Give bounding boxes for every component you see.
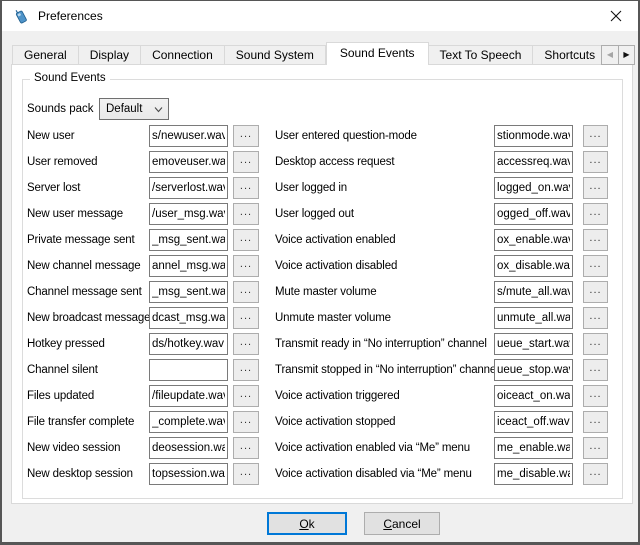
sound-file-input[interactable] (494, 411, 573, 433)
sound-event-label: Voice activation enabled (275, 234, 395, 246)
sound-event-label: Transmit stopped in “No interruption” ch… (275, 364, 499, 376)
sound-file-input[interactable] (494, 359, 573, 381)
cancel-button[interactable]: Cancel (364, 512, 440, 535)
sound-event-label: User entered question-mode (275, 130, 417, 142)
sound-event-label: Unmute master volume (275, 312, 391, 324)
sound-file-input[interactable] (494, 437, 573, 459)
sound-file-input[interactable] (494, 177, 573, 199)
browse-button[interactable]: ... (583, 437, 608, 459)
chevron-down-icon (154, 106, 163, 113)
browse-button[interactable]: ... (583, 151, 608, 173)
sound-event-label: Transmit ready in “No interruption” chan… (275, 338, 487, 350)
sound-event-label: Voice activation enabled via “Me” menu (275, 442, 470, 454)
sound-file-input[interactable] (494, 385, 573, 407)
sound-event-label: User logged out (275, 208, 354, 220)
tab-sound-system[interactable]: Sound System (225, 45, 326, 64)
sounds-pack-label: Sounds pack (27, 98, 94, 120)
sound-events-tab-page: Sound Events Sounds pack Default New use… (11, 64, 633, 504)
tab-general[interactable]: General (12, 45, 79, 64)
browse-button[interactable]: ... (583, 463, 608, 485)
sound-event-row: Voice activation enabled... (12, 229, 632, 251)
sounds-pack-select[interactable]: Default (99, 98, 169, 120)
sound-file-input[interactable] (494, 333, 573, 355)
sound-event-label: User logged in (275, 182, 347, 194)
sound-event-row: User logged out... (12, 203, 632, 225)
browse-button[interactable]: ... (583, 385, 608, 407)
arrow-left-icon: ◀ (607, 51, 613, 59)
sound-event-row: Transmit ready in “No interruption” chan… (12, 333, 632, 355)
sound-event-label: Voice activation triggered (275, 390, 400, 402)
sound-event-row: Voice activation triggered... (12, 385, 632, 407)
sound-event-row: Unmute master volume... (12, 307, 632, 329)
browse-button[interactable]: ... (583, 307, 608, 329)
browse-button[interactable]: ... (583, 359, 608, 381)
sound-event-row: Voice activation disabled via “Me” menu.… (12, 463, 632, 485)
sound-event-label: Desktop access request (275, 156, 394, 168)
browse-button[interactable]: ... (583, 281, 608, 303)
browse-button[interactable]: ... (583, 125, 608, 147)
tab-sound-events[interactable]: Sound Events (326, 42, 429, 65)
sound-event-row: Voice activation stopped... (12, 411, 632, 433)
sound-event-row: User entered question-mode... (12, 125, 632, 147)
arrow-right-icon: ▶ (623, 51, 629, 59)
tab-scroll-buttons: ◀ ▶ (601, 45, 635, 65)
window-title: Preferences (38, 1, 103, 31)
sound-event-label: Voice activation disabled via “Me” menu (275, 468, 472, 480)
preferences-dialog: Preferences GeneralDisplayConnectionSoun… (0, 0, 640, 545)
close-button[interactable] (593, 1, 638, 31)
tab-bar: GeneralDisplayConnectionSound SystemSoun… (12, 42, 632, 65)
sounds-pack-value: Default (106, 99, 142, 119)
sound-event-label: Voice activation disabled (275, 260, 397, 272)
sound-file-input[interactable] (494, 281, 573, 303)
browse-button[interactable]: ... (583, 255, 608, 277)
tab-scroll-left-button[interactable]: ◀ (601, 45, 618, 65)
sound-file-input[interactable] (494, 463, 573, 485)
sound-event-label: Voice activation stopped (275, 416, 395, 428)
app-icon (13, 8, 29, 24)
browse-button[interactable]: ... (583, 203, 608, 225)
sound-event-row: User logged in... (12, 177, 632, 199)
sound-event-row: Mute master volume... (12, 281, 632, 303)
browse-button[interactable]: ... (583, 177, 608, 199)
sound-event-row: Voice activation enabled via “Me” menu..… (12, 437, 632, 459)
browse-button[interactable]: ... (583, 333, 608, 355)
sound-file-input[interactable] (494, 307, 573, 329)
browse-button[interactable]: ... (583, 229, 608, 251)
sound-event-label: Mute master volume (275, 286, 376, 298)
sound-file-input[interactable] (494, 125, 573, 147)
ok-button[interactable]: Ok (267, 512, 347, 535)
titlebar: Preferences (2, 1, 638, 31)
tab-scroll-right-button[interactable]: ▶ (618, 45, 635, 65)
groupbox-title: Sound Events (30, 72, 110, 84)
sound-file-input[interactable] (494, 203, 573, 225)
sound-file-input[interactable] (494, 255, 573, 277)
sound-event-row: Desktop access request... (12, 151, 632, 173)
tab-connection[interactable]: Connection (141, 45, 225, 64)
sound-file-input[interactable] (494, 229, 573, 251)
tab-text-to-speech[interactable]: Text To Speech (429, 45, 534, 64)
tab-display[interactable]: Display (79, 45, 141, 64)
sound-event-row: Transmit stopped in “No interruption” ch… (12, 359, 632, 381)
tab-shortcuts[interactable]: Shortcuts (533, 45, 607, 64)
sound-event-row: Voice activation disabled... (12, 255, 632, 277)
close-icon (610, 10, 622, 22)
sound-file-input[interactable] (494, 151, 573, 173)
browse-button[interactable]: ... (583, 411, 608, 433)
